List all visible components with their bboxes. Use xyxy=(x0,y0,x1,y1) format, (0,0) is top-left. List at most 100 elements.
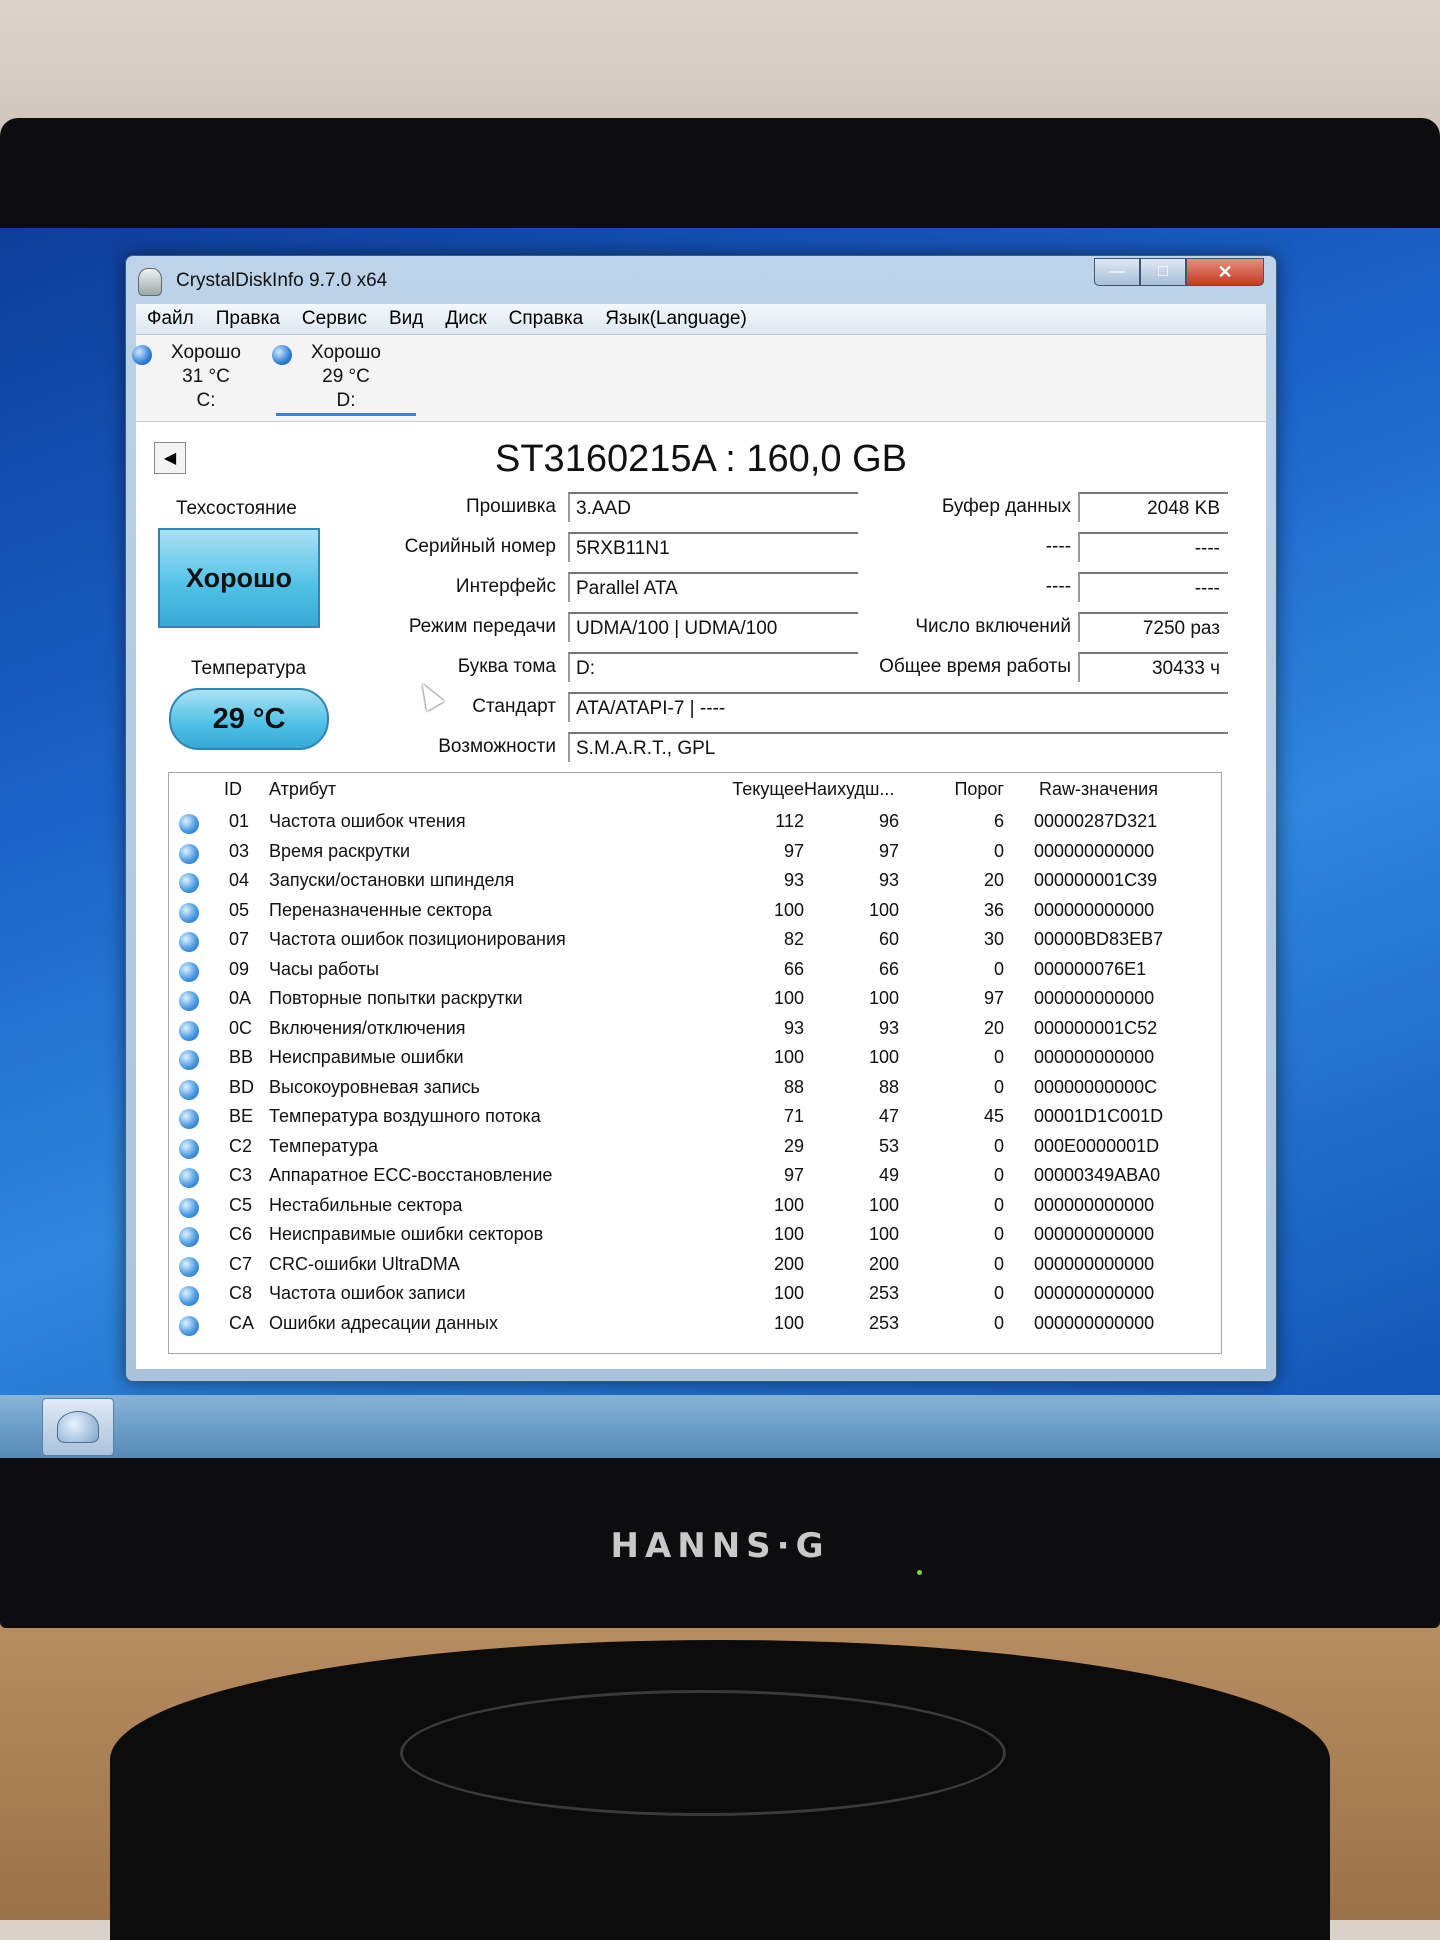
table-row[interactable]: C3 Аппаратное ECC-восстановление 97 49 0 0000… xyxy=(169,1165,1221,1193)
status-good-icon xyxy=(179,1197,199,1218)
row-threshold: 0 xyxy=(993,1253,1004,1274)
row-id: C2 xyxy=(229,1135,253,1156)
row-attribute: Запуски/остановки шпинделя xyxy=(269,870,515,890)
row-threshold: 0 xyxy=(993,840,1004,861)
row-current: 100 xyxy=(773,1224,804,1244)
title-bar[interactable]: CrystalDiskInfo 9.7.0 x64 — □ ✕ xyxy=(126,256,1276,304)
row-attribute: Температура xyxy=(269,1135,379,1156)
smart-table: ID Атрибут Текущее Наихудш... Порог Raw-… xyxy=(168,772,1222,1354)
row-worst: 47 xyxy=(878,1106,899,1126)
row-attribute: Часы работы xyxy=(269,958,380,979)
col-worst[interactable]: Наихудш... xyxy=(804,779,894,800)
col-threshold[interactable]: Порог xyxy=(909,779,1004,800)
table-row[interactable]: 0A Повторные попытки раскрутки 100 100 97 000… xyxy=(169,988,1221,1016)
temperature-button[interactable]: 29 °C xyxy=(169,688,329,750)
row-raw: 000000001C39 xyxy=(1034,870,1158,890)
volume-letter-label: Буква тома xyxy=(457,656,556,677)
table-row[interactable]: C6 Неисправимые ошибки секторов 100 100 0 000… xyxy=(169,1224,1221,1252)
taskbar-app-button[interactable] xyxy=(42,1398,114,1456)
row-worst: 93 xyxy=(878,1017,899,1038)
minimize-button[interactable]: — xyxy=(1094,258,1140,286)
disk-info-panel: ◀ ST3160215A : 160,0 GB Техсостояние Хор… xyxy=(136,422,1266,1369)
table-row[interactable]: 03 Время раскрутки 97 97 0 000000000000 xyxy=(169,841,1221,869)
health-label: Техсостояние xyxy=(176,498,297,519)
app-window: CrystalDiskInfo 9.7.0 x64 — □ ✕ Файл Пра… xyxy=(125,255,1277,1382)
drive-tab-c[interactable]: Хорошо 31 °C C: xyxy=(132,341,276,413)
menu-disk[interactable]: Диск xyxy=(434,308,497,330)
row-threshold: 36 xyxy=(983,899,1004,920)
status-good-icon xyxy=(179,1020,199,1041)
status-good-icon xyxy=(179,991,199,1011)
drive-temp: 31 °C xyxy=(182,366,230,387)
monitor-brand-logo: HANNS·G xyxy=(610,1526,830,1566)
table-row[interactable]: 04 Запуски/остановки шпинделя 93 93 20 000000… xyxy=(169,870,1221,898)
row-threshold: 0 xyxy=(993,1135,1004,1156)
table-row[interactable]: C5 Нестабильные сектора 100 100 0 00000000000… xyxy=(169,1195,1221,1223)
table-row[interactable]: C8 Частота ошибок записи 100 253 0 0000000000… xyxy=(169,1283,1221,1311)
status-good-icon xyxy=(179,1079,199,1100)
row-id: 09 xyxy=(229,958,250,979)
row-raw: 00000BD83EB7 xyxy=(1034,929,1164,949)
row-worst: 200 xyxy=(868,1253,899,1274)
row-threshold: 0 xyxy=(993,1283,1004,1303)
row-worst: 253 xyxy=(868,1312,899,1333)
table-row[interactable]: BD Высокоуровневая запись 88 88 0 00000000000… xyxy=(169,1077,1221,1105)
table-row[interactable]: C2 Температура 29 53 0 000E0000001D xyxy=(169,1136,1221,1164)
table-row[interactable]: 07 Частота ошибок позиционирования 82 60 30 0… xyxy=(169,929,1221,957)
window-client: Файл Правка Сервис Вид Диск Справка Язык… xyxy=(132,304,1266,1369)
row-attribute: CRC-ошибки UltraDMA xyxy=(269,1253,460,1274)
menu-service[interactable]: Сервис xyxy=(291,308,378,330)
row-threshold: 45 xyxy=(983,1106,1004,1126)
col-current[interactable]: Текущее xyxy=(704,779,804,800)
table-row[interactable]: 05 Переназначенные сектора 100 100 36 0000000… xyxy=(169,900,1221,928)
table-row[interactable]: BE Температура воздушного потока 71 47 45 000… xyxy=(169,1106,1221,1134)
crystaldiskinfo-taskbar-icon xyxy=(57,1411,99,1443)
status-good-icon xyxy=(179,843,199,864)
drive-status: Хорошо xyxy=(311,342,381,363)
row-attribute: Повторные попытки раскрутки xyxy=(269,988,523,1008)
row-raw: 000000000000 xyxy=(1034,1283,1155,1303)
row-worst: 100 xyxy=(868,899,899,920)
row-id: 01 xyxy=(229,811,250,831)
row-current: 66 xyxy=(783,958,804,979)
empty-field-value: ---- xyxy=(1078,532,1228,562)
col-id[interactable]: ID xyxy=(224,779,242,800)
status-good-icon xyxy=(179,1109,199,1129)
firmware-value: 3.AAD xyxy=(568,492,858,522)
status-good-icon xyxy=(179,1286,199,1306)
col-attribute[interactable]: Атрибут xyxy=(269,779,336,800)
row-id: 03 xyxy=(229,840,250,861)
menu-view[interactable]: Вид xyxy=(378,308,434,330)
table-row[interactable]: CA Ошибки адресации данных 100 253 0 00000000… xyxy=(169,1313,1221,1341)
row-attribute: Время раскрутки xyxy=(269,840,411,861)
table-row[interactable]: 09 Часы работы 66 66 0 000000076E1 xyxy=(169,959,1221,987)
row-attribute: Неисправимые ошибки секторов xyxy=(269,1224,544,1244)
table-row[interactable]: BB Неисправимые ошибки 100 100 0 000000000000 xyxy=(169,1047,1221,1075)
col-raw[interactable]: Raw-значения xyxy=(1039,779,1158,800)
row-threshold: 0 xyxy=(993,1312,1004,1333)
table-row[interactable]: 01 Частота ошибок чтения 112 96 6 00000287D32… xyxy=(169,811,1221,839)
serial-value: 5RXB11N1 xyxy=(568,532,858,562)
menu-help[interactable]: Справка xyxy=(498,308,595,330)
row-id: C3 xyxy=(229,1165,253,1185)
menu-file[interactable]: Файл xyxy=(136,308,205,330)
menu-language[interactable]: Язык(Language) xyxy=(594,308,758,330)
row-attribute: Неисправимые ошибки xyxy=(269,1047,464,1067)
close-button[interactable]: ✕ xyxy=(1186,258,1264,286)
status-good-icon xyxy=(179,902,199,923)
row-current: 93 xyxy=(783,870,804,890)
menu-edit[interactable]: Правка xyxy=(205,308,291,330)
health-status-button[interactable]: Хорошо xyxy=(158,528,320,628)
row-id: 0C xyxy=(229,1017,253,1038)
row-current: 71 xyxy=(783,1106,804,1126)
table-row[interactable]: C7 CRC-ошибки UltraDMA 200 200 0 000000000000 xyxy=(169,1254,1221,1282)
row-threshold: 20 xyxy=(983,870,1004,890)
row-worst: 97 xyxy=(878,840,899,861)
buffer-label: Буфер данных xyxy=(941,496,1071,517)
drive-tab-d[interactable]: Хорошо 29 °C D: xyxy=(272,341,416,416)
features-value: S.M.A.R.T., GPL xyxy=(568,732,1228,762)
menu-bar: Файл Правка Сервис Вид Диск Справка Язык… xyxy=(136,304,1266,335)
maximize-button[interactable]: □ xyxy=(1140,258,1186,286)
status-good-icon xyxy=(179,873,199,893)
table-row[interactable]: 0C Включения/отключения 93 93 20 000000001C52 xyxy=(169,1018,1221,1046)
